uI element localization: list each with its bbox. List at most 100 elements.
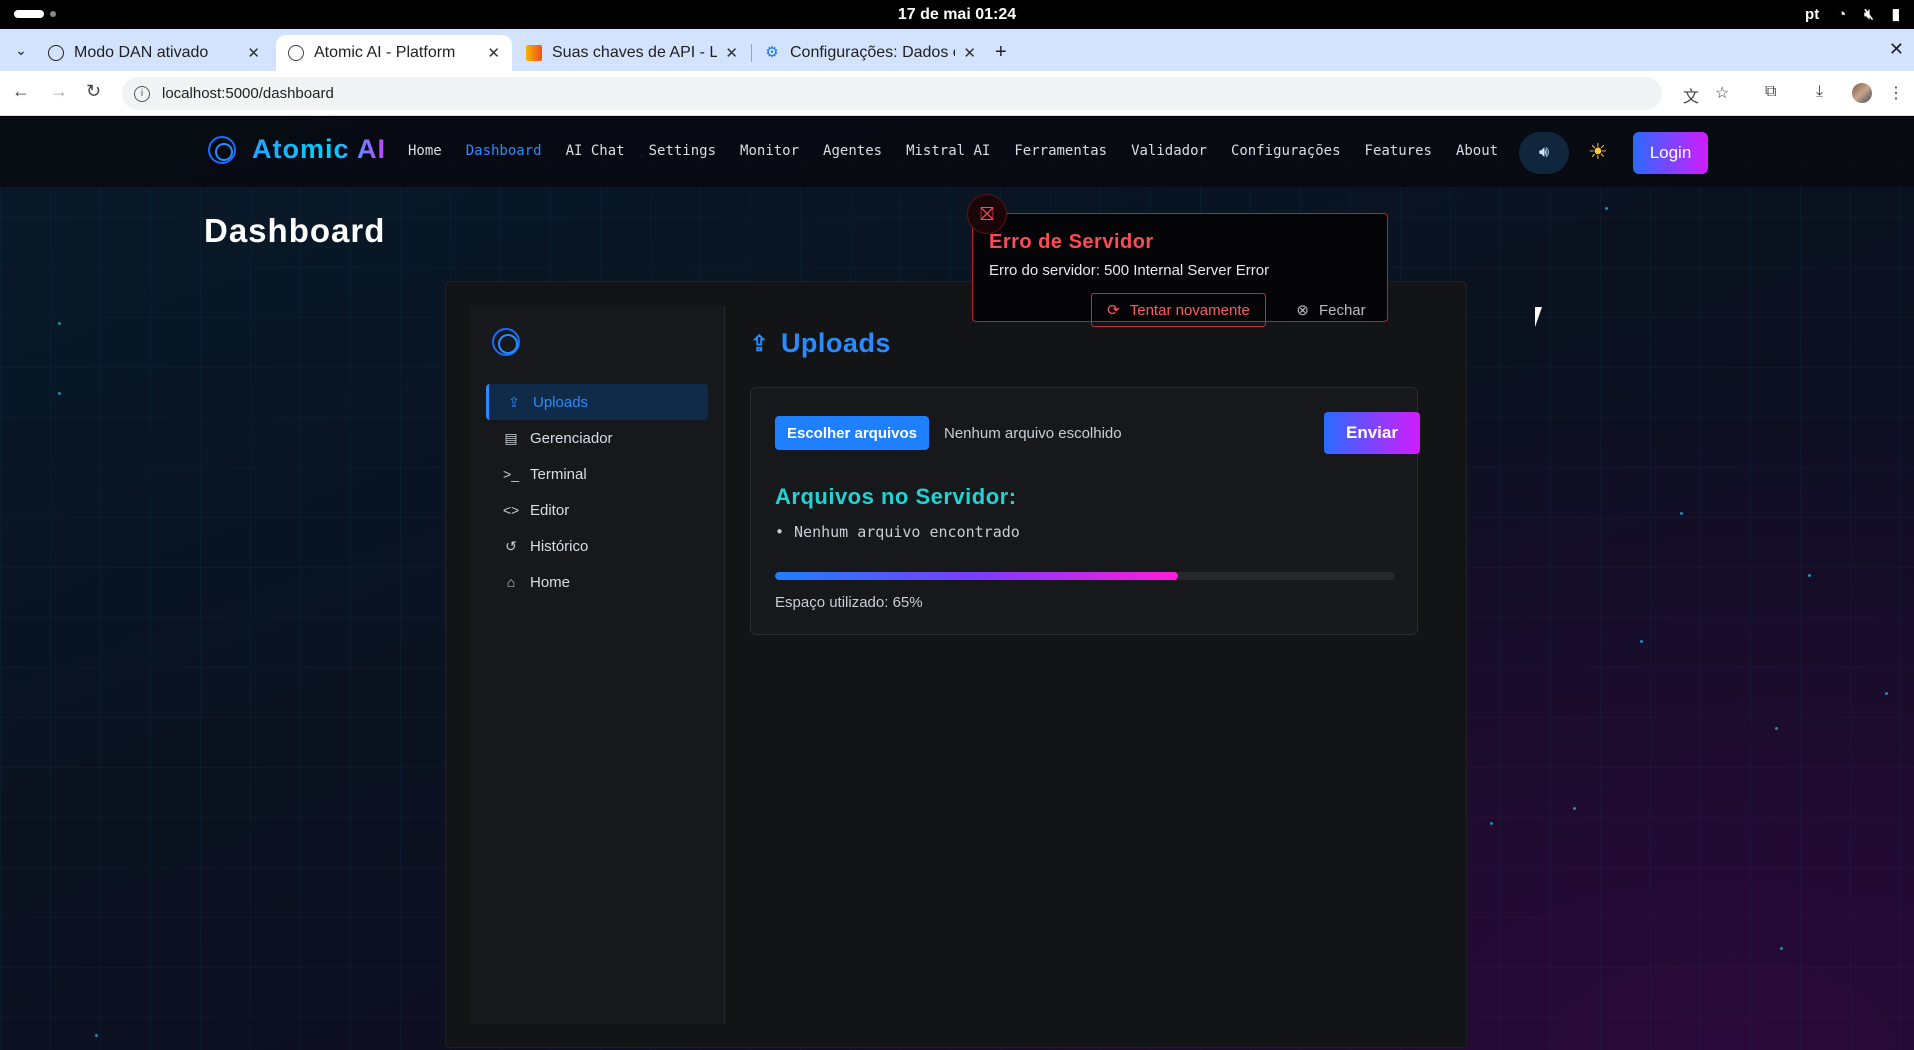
no-file-chosen-text: Nenhum arquivo escolhido — [944, 425, 1122, 442]
nav-links: Home Dashboard AI Chat Settings Monitor … — [408, 143, 1522, 159]
nav-link-validador[interactable]: Validador — [1131, 143, 1207, 159]
nav-link-mistral-ai[interactable]: Mistral AI — [906, 143, 990, 159]
dashboard-sidebar: ⇪ Uploads ▤ Gerenciador >_ Terminal <> E… — [470, 306, 725, 1024]
terminal-icon: >_ — [503, 466, 519, 482]
address-bar[interactable]: i localhost:5000/dashboard — [122, 77, 1662, 110]
dashboard-panel: ⇪ Uploads ▤ Gerenciador >_ Terminal <> E… — [445, 281, 1467, 1048]
atomic-logo-icon — [492, 328, 520, 356]
extensions-icon[interactable]: ⧉ — [1765, 83, 1776, 101]
wifi-icon[interactable]: ◔ — [1837, 6, 1846, 23]
site-info-icon[interactable]: i — [134, 85, 150, 102]
sidebar-item-label: Terminal — [530, 465, 587, 483]
nav-link-ferramentas[interactable]: Ferramentas — [1014, 143, 1107, 159]
more-menu-icon[interactable]: ⋮ — [1888, 83, 1904, 103]
close-icon[interactable]: ✕ — [963, 44, 976, 62]
close-icon[interactable]: ✕ — [487, 44, 500, 62]
battery-icon[interactable]: ▮ — [1892, 5, 1900, 23]
page-title: Dashboard — [204, 212, 386, 249]
close-icon[interactable]: ✕ — [247, 44, 260, 62]
server-error-icon: ⛝ — [967, 194, 1007, 234]
toast-message: Erro do servidor: 500 Internal Server Er… — [989, 262, 1270, 279]
nav-link-agentes[interactable]: Agentes — [823, 143, 882, 159]
upload-card: Escolher arquivos Nenhum arquivo escolhi… — [750, 387, 1420, 635]
os-top-bar: 17 de mai 01:24 pt ◔ 🔇︎ ▮ — [0, 0, 1914, 29]
refresh-icon: ⟳ — [1107, 302, 1120, 319]
globe-icon — [288, 45, 304, 61]
window-close-icon[interactable]: ✕ — [1889, 39, 1904, 60]
close-icon[interactable]: ✕ — [725, 44, 738, 62]
reload-icon[interactable]: ↻ — [86, 81, 101, 102]
toast-title: Erro de Servidor — [989, 231, 1154, 253]
language-indicator[interactable]: pt — [1805, 6, 1819, 23]
nav-link-dashboard[interactable]: Dashboard — [466, 143, 542, 159]
brand-name: Atomic AI — [252, 134, 387, 164]
sidebar-item-label: Editor — [530, 501, 570, 519]
sidebar-item-label: Gerenciador — [530, 429, 613, 447]
browser-toolbar: ← → ↻ i localhost:5000/dashboard 文 ☆ ⧉ ⤓… — [0, 71, 1914, 116]
browser-tab[interactable]: ⚙ Configurações: Dados c ✕ — [752, 35, 988, 71]
send-button[interactable]: Enviar — [1324, 412, 1420, 454]
close-toast-button[interactable]: ⊗ Fechar — [1286, 293, 1376, 327]
file-icon: ▤ — [504, 429, 518, 446]
sound-toggle-button[interactable]: 🔊︎ — [1519, 132, 1569, 174]
sun-icon: ☀ — [1588, 139, 1608, 164]
code-icon: <> — [502, 502, 520, 518]
site-navbar: Atomic AI Home Dashboard AI Chat Setting… — [0, 117, 1914, 187]
storage-progress-fill — [775, 572, 1178, 580]
brand-link[interactable]: Atomic AI — [208, 134, 386, 165]
translate-icon[interactable]: 文 — [1683, 83, 1699, 107]
close-circle-icon: ⊗ — [1296, 302, 1309, 319]
sidebar-item-historico[interactable]: ↺ Histórico — [486, 528, 708, 564]
back-arrow-icon[interactable]: ← — [12, 81, 30, 102]
new-tab-button[interactable]: + — [995, 41, 1007, 64]
volume-muted-icon[interactable]: 🔇︎ — [1864, 6, 1873, 23]
url-text: localhost:5000/dashboard — [162, 85, 334, 102]
bookmark-star-icon[interactable]: ☆ — [1715, 83, 1729, 103]
browser-tab[interactable]: Suas chaves de API - L ✕ — [514, 35, 750, 71]
browser-tab-active[interactable]: Atomic AI - Platform ✕ — [276, 35, 512, 71]
sidebar-item-uploads[interactable]: ⇪ Uploads — [486, 384, 708, 420]
nav-link-settings[interactable]: Settings — [649, 143, 716, 159]
login-button[interactable]: Login — [1633, 132, 1708, 174]
tab-search-button[interactable]: ⌄ — [10, 39, 32, 61]
error-toast: ⛝ Erro de Servidor Erro do servidor: 500… — [967, 194, 1388, 327]
nav-link-features[interactable]: Features — [1365, 143, 1432, 159]
mistral-icon — [526, 45, 542, 61]
forward-arrow-icon[interactable]: → — [50, 81, 68, 102]
nav-link-about[interactable]: About — [1456, 143, 1498, 159]
download-icon[interactable]: ⤓ — [1816, 83, 1823, 101]
upload-icon: ⇪ — [508, 393, 520, 410]
uploads-heading: ⇪ Uploads — [750, 328, 891, 358]
openai-icon — [48, 45, 64, 61]
retry-button[interactable]: ⟳ Tentar novamente — [1091, 293, 1266, 327]
atomic-logo-icon — [208, 135, 236, 164]
server-files-heading: Arquivos no Servidor: — [775, 484, 1017, 509]
upload-icon: ⇪ — [750, 330, 769, 356]
sidebar-item-label: Home — [530, 573, 571, 591]
history-icon: ↺ — [505, 537, 517, 554]
browser-tab[interactable]: Modo DAN ativado ✕ — [36, 35, 272, 71]
nav-link-home[interactable]: Home — [408, 143, 442, 159]
sidebar-item-gerenciador[interactable]: ▤ Gerenciador — [486, 420, 708, 456]
gear-icon: ⚙ — [765, 44, 779, 61]
page-content: Atomic AI Home Dashboard AI Chat Setting… — [0, 117, 1914, 1050]
list-item: Nenhum arquivo encontrado — [775, 523, 1020, 541]
storage-usage-text: Espaço utilizado: 65% — [775, 594, 923, 611]
sidebar-item-editor[interactable]: <> Editor — [486, 492, 708, 528]
sidebar-item-label: Uploads — [533, 393, 589, 411]
nav-link-monitor[interactable]: Monitor — [740, 143, 799, 159]
theme-toggle-button[interactable]: ☀ — [1588, 139, 1608, 165]
sidebar-item-terminal[interactable]: >_ Terminal — [486, 456, 708, 492]
nav-link-ai-chat[interactable]: AI Chat — [566, 143, 625, 159]
profile-avatar[interactable] — [1852, 83, 1872, 103]
choose-files-button[interactable]: Escolher arquivos — [775, 416, 929, 450]
sidebar-item-home[interactable]: ⌂ Home — [486, 564, 708, 600]
browser-tab-bar: ⌄ Modo DAN ativado ✕ Atomic AI - Platfor… — [0, 29, 1914, 71]
sidebar-item-label: Histórico — [530, 537, 589, 555]
home-icon: ⌂ — [506, 574, 516, 590]
mouse-cursor — [1535, 307, 1542, 327]
storage-progress-bar — [775, 572, 1395, 580]
os-clock[interactable]: 17 de mai 01:24 — [0, 6, 1914, 24]
speaker-icon: 🔊︎ — [1538, 144, 1550, 161]
nav-link-configuracoes[interactable]: Configurações — [1231, 143, 1341, 159]
